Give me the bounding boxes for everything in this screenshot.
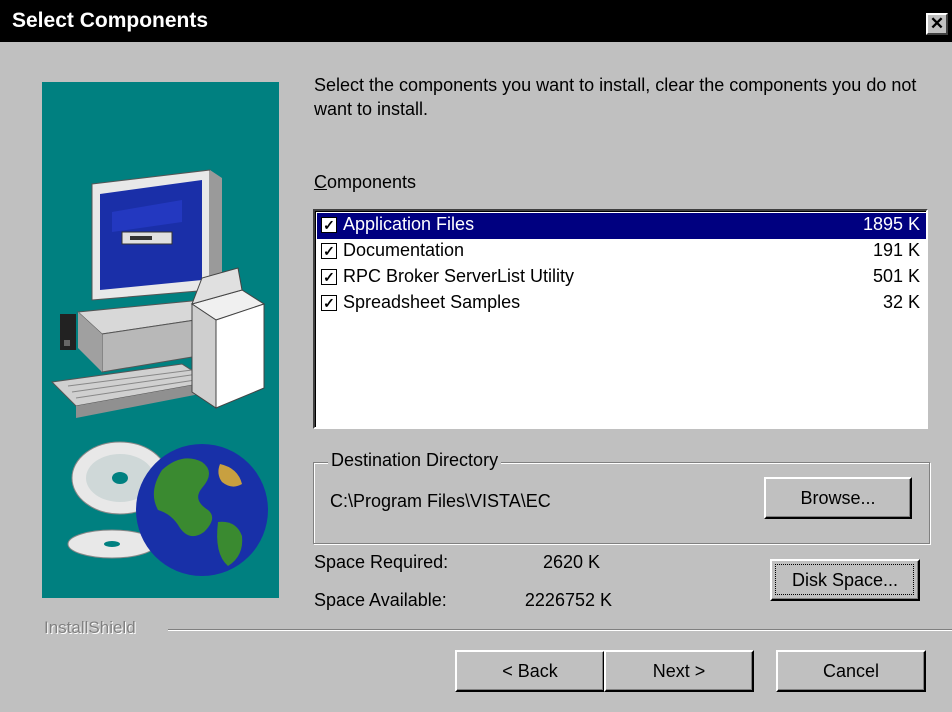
component-item-rpc-broker[interactable]: ✓ RPC Broker ServerList Utility 501 K bbox=[317, 265, 926, 291]
next-button[interactable]: Next > bbox=[604, 650, 754, 692]
checkbox-checked-icon[interactable]: ✓ bbox=[321, 217, 337, 233]
space-required-label: Space Required: bbox=[314, 552, 449, 572]
checkbox-checked-icon[interactable]: ✓ bbox=[321, 295, 337, 311]
component-size: 191 K bbox=[872, 240, 920, 260]
components-label: Components bbox=[314, 172, 417, 192]
setup-illustration bbox=[42, 82, 279, 598]
destination-path: C:\Program Files\VISTA\EC bbox=[330, 491, 551, 511]
browse-button-label: Browse... bbox=[800, 487, 876, 508]
focus-rect bbox=[775, 564, 914, 595]
space-required-row: Space Required: bbox=[314, 552, 448, 573]
component-item-documentation[interactable]: ✓ Documentation 191 K bbox=[317, 239, 926, 265]
component-size: 32 K bbox=[882, 292, 920, 312]
destination-directory-label: Destination Directory bbox=[328, 450, 502, 471]
divider-line bbox=[168, 629, 952, 631]
component-size: 501 K bbox=[872, 266, 920, 286]
title-bar: Select Components ✕ bbox=[0, 0, 952, 42]
close-icon: ✕ bbox=[929, 14, 945, 33]
next-button-label: Next > bbox=[652, 660, 706, 681]
installshield-label: InstallShield bbox=[44, 618, 136, 637]
space-available-label: Space Available: bbox=[314, 590, 447, 610]
components-label-rest: omponents bbox=[327, 172, 417, 192]
space-available-value: 2226752 K bbox=[524, 590, 612, 610]
component-name: Documentation bbox=[343, 240, 465, 260]
installshield-divider: InstallShield bbox=[0, 618, 952, 638]
window-title: Select Components bbox=[12, 9, 209, 32]
destination-directory-group: Destination Directory C:\Program Files\V… bbox=[313, 450, 930, 544]
component-name: Application Files bbox=[343, 214, 475, 234]
cancel-button[interactable]: Cancel bbox=[776, 650, 926, 692]
instructions-text: Select the components you want to instal… bbox=[314, 75, 917, 119]
close-button[interactable]: ✕ bbox=[926, 13, 948, 35]
component-name: RPC Broker ServerList Utility bbox=[343, 266, 575, 286]
back-button[interactable]: < Back bbox=[455, 650, 605, 692]
space-required-value: 2620 K bbox=[542, 552, 600, 572]
component-item-spreadsheet-samples[interactable]: ✓ Spreadsheet Samples 32 K bbox=[317, 291, 926, 317]
browse-button[interactable]: Browse... bbox=[764, 477, 912, 519]
disk-space-button[interactable]: Disk Space... bbox=[770, 559, 920, 601]
checkbox-checked-icon[interactable]: ✓ bbox=[321, 243, 337, 259]
back-button-label: < Back bbox=[502, 660, 558, 681]
components-list[interactable]: ✓ Application Files 1895 K ✓ Documentati… bbox=[313, 209, 928, 429]
component-size: 1895 K bbox=[862, 214, 920, 234]
space-available-row: Space Available: bbox=[314, 590, 447, 611]
component-item-application-files[interactable]: ✓ Application Files 1895 K bbox=[317, 213, 926, 239]
component-name: Spreadsheet Samples bbox=[343, 292, 521, 312]
checkbox-checked-icon[interactable]: ✓ bbox=[321, 269, 337, 285]
cancel-button-label: Cancel bbox=[822, 660, 880, 681]
